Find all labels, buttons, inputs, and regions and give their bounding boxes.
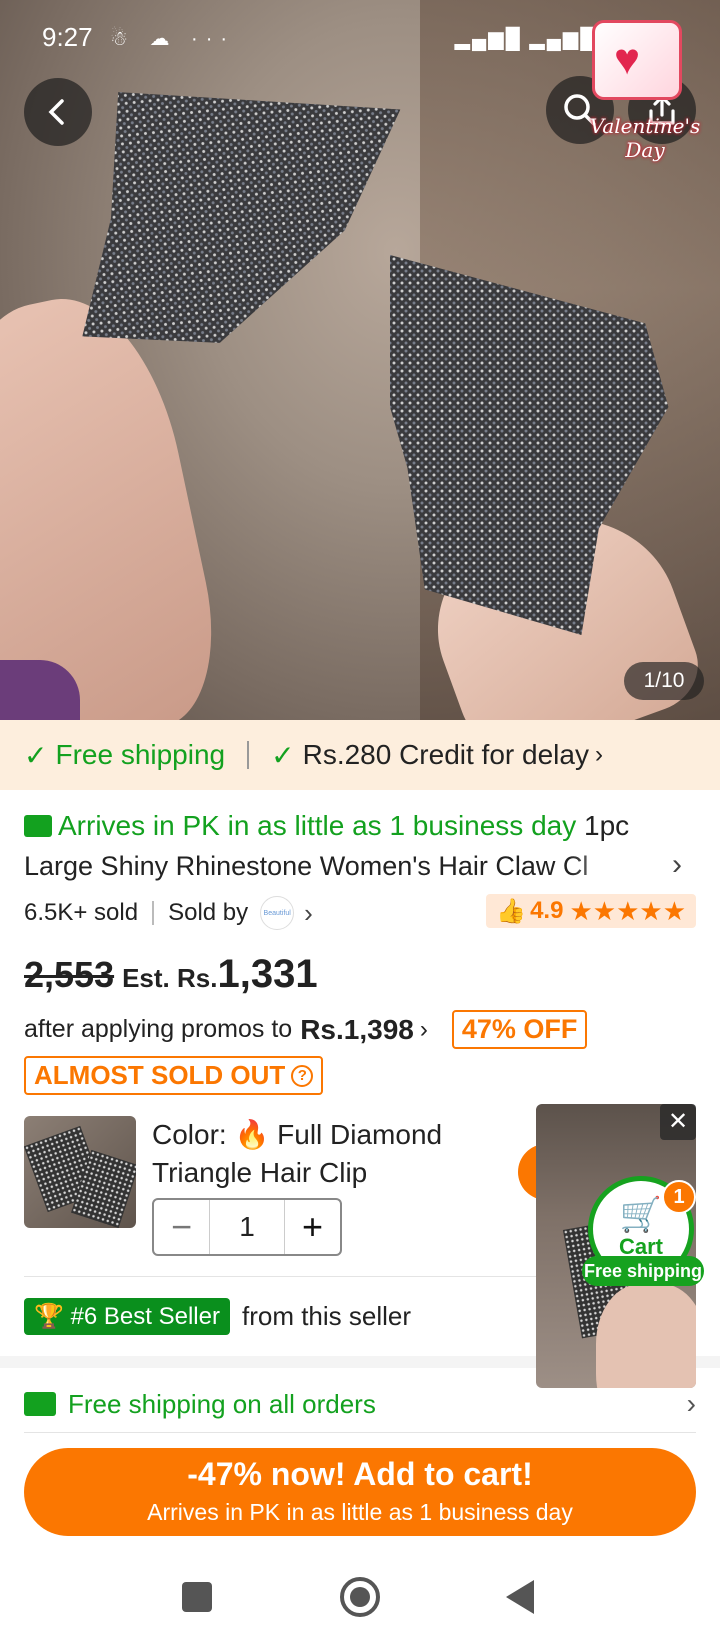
cart-free-shipping: Free shipping [582,1256,704,1286]
rhinestone-bow-left [57,63,422,357]
truck-icon [24,815,52,837]
add-to-cart-button[interactable]: -47% now! Add to cart! Arrives in PK in … [24,1448,696,1536]
divider [152,901,155,925]
arrival-text: Arrives in PK in as little as 1 business… [58,810,577,841]
trophy-icon: 🏆 [34,1303,64,1330]
free-shipping-all-orders[interactable]: Free shipping on all orders › [24,1388,696,1420]
signal-icon: ▂▄▆█ ▂▄▆█ [454,28,597,50]
back-icon[interactable] [506,1580,534,1614]
color-selector[interactable]: Color: 🔥 Full Diamond Triangle Hair Clip [152,1116,492,1192]
check-icon: ✓ [24,739,48,771]
best-seller-text: #6 Best Seller [70,1303,220,1330]
chevron-right-icon: › [594,741,603,768]
color-label: Color: [152,1119,227,1150]
current-price: 1,331 [217,952,318,996]
divider [24,1432,696,1433]
divider [247,741,250,769]
image-counter: 1/10 [624,662,704,700]
chevron-right-icon[interactable]: › [304,898,313,929]
quantity-value[interactable]: 1 [210,1211,284,1243]
credit-for-delay: Rs.280 Credit for delay [302,739,589,770]
hand-left [0,280,234,720]
increase-button[interactable]: + [284,1200,340,1254]
decrease-button[interactable]: − [154,1200,210,1254]
free-shipping-all-text: Free shipping on all orders [68,1388,376,1419]
promo-badge-text: Valentine's Day [589,114,701,162]
cart-icon: 🛒 [619,1196,663,1234]
price-row: 2,553 Est. Rs. 1,331 [24,952,318,997]
title-start: 1pc [584,810,630,841]
recents-icon[interactable] [182,1582,212,1612]
add-to-cart-sub: Arrives in PK in as little as 1 business… [147,1499,573,1525]
sold-count: 6.5K+ sold [24,899,139,926]
heart-icon: ♥ [614,35,641,84]
after-promos-label: after applying promos to [24,1015,293,1043]
original-price: 2,553 [24,954,115,995]
video-hand [596,1284,696,1388]
home-icon[interactable] [340,1577,380,1617]
est-label: Est. Rs. [122,963,218,993]
best-seller-suffix: from this seller [241,1301,412,1331]
almost-sold-out-badge[interactable]: ALMOST SOLD OUT ? [24,1056,324,1095]
flame-icon: 🔥 [234,1119,270,1150]
close-video-button[interactable]: ✕ [660,1104,696,1140]
promo-price: Rs.1,398 [300,1013,414,1045]
chevron-left-icon [48,99,64,125]
star-rating: ★★★★★ [569,895,686,926]
free-shipping-label: Free shipping [55,739,226,770]
sold-by-label: Sold by [168,899,249,926]
best-seller-badge: 🏆 #6 Best Seller [24,1298,230,1335]
chevron-right-icon: › [419,1015,428,1043]
thumbs-up-icon: 👍 [496,897,527,925]
seller-logo[interactable]: Beautiful [260,896,295,930]
sold-row: 6.5K+ sold Sold by Beautiful › [24,896,313,930]
product-title[interactable]: Large Shiny Rhinestone Women's Hair Claw… [24,846,644,886]
arrival-info: Arrives in PK in as little as 1 business… [24,806,664,846]
truck-icon [24,1392,56,1416]
cart-count-badge: 1 [662,1180,696,1214]
status-time: 9:27 [42,22,93,52]
valentines-promo-badge[interactable]: ♥ Valentine's Day [580,14,710,162]
chevron-right-icon: › [686,1388,696,1419]
rating-badge[interactable]: 👍 4.9 ★★★★★ [486,894,696,928]
system-nav-bar [0,1560,720,1640]
divider [24,1276,540,1277]
promo-row[interactable]: after applying promos to Rs.1,398 › 47% … [24,1010,588,1049]
add-to-cart-main: -47% now! Add to cart! [187,1456,533,1492]
almost-sold-out-text: ALMOST SOLD OUT [34,1060,286,1090]
shipping-strip[interactable]: ✓ Free shipping ✓ Rs.280 Credit for dela… [0,720,720,790]
quantity-stepper[interactable]: − 1 + [152,1198,342,1256]
discount-badge: 47% OFF [451,1010,588,1049]
chevron-right-icon[interactable]: › [672,848,682,882]
rating-value: 4.9 [530,897,564,924]
best-seller-row[interactable]: 🏆 #6 Best Seller from this seller [24,1298,411,1335]
variant-thumbnail[interactable] [24,1116,136,1228]
check-icon: ✓ [271,739,295,771]
notification-icons: ☃ ☁ ··· [110,28,236,50]
back-button[interactable] [24,78,92,146]
help-icon: ? [291,1064,314,1087]
